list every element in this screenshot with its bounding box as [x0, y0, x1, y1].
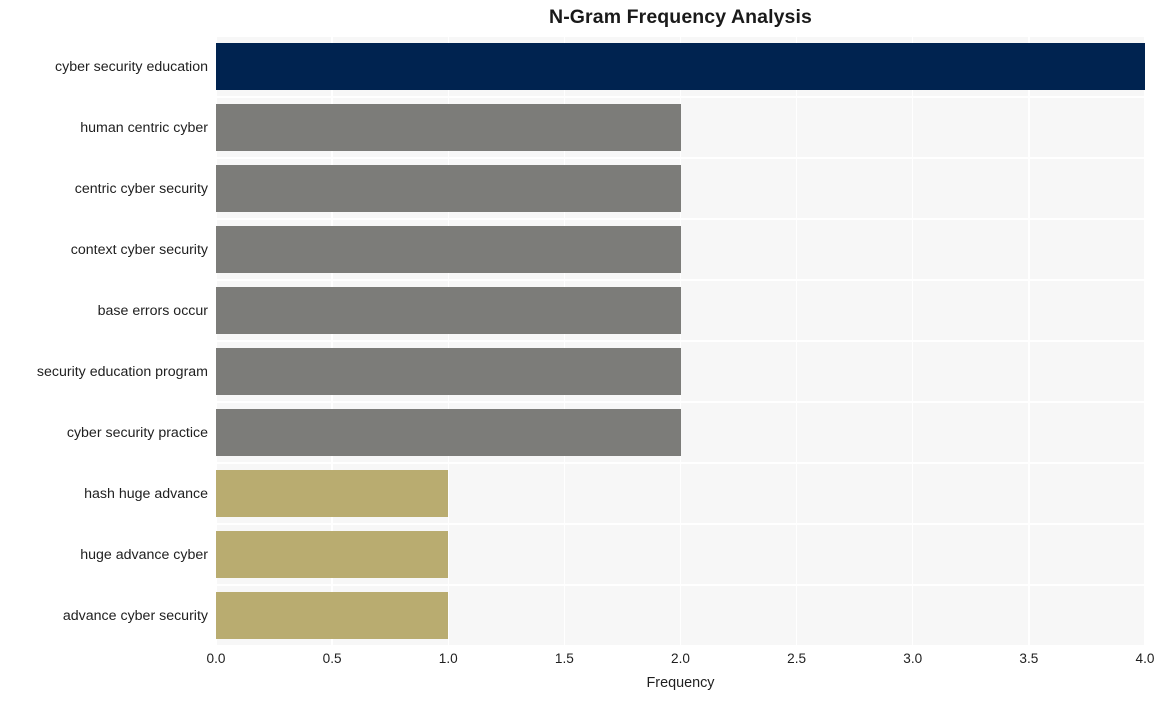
bar — [216, 104, 681, 151]
y-axis-tick-labels: cyber security education human centric cy… — [0, 36, 208, 646]
x-axis-tick-label: 0.5 — [322, 651, 342, 666]
bar — [216, 287, 681, 334]
gridline-vertical — [795, 36, 798, 646]
y-axis-tick-label: base errors occur — [97, 302, 208, 319]
x-axis-tick-label: 2.5 — [787, 651, 807, 666]
y-axis-tick-label: human centric cyber — [80, 119, 208, 136]
x-axis-tick-label: 2.0 — [671, 651, 690, 666]
y-axis-tick-label: security education program — [36, 363, 208, 380]
x-axis-label: Frequency — [646, 675, 715, 691]
gridline-vertical — [1028, 36, 1030, 646]
y-axis-tick-label: centric cyber security — [74, 180, 208, 197]
x-axis-tick-label: 1.0 — [438, 651, 458, 666]
x-axis-tick-label: 3.5 — [1019, 651, 1039, 666]
y-axis-tick-label: context cyber security — [70, 241, 208, 258]
x-axis-tick-label: 4.0 — [1135, 651, 1155, 666]
gridline-vertical — [1144, 36, 1145, 646]
bar — [216, 165, 681, 212]
bar — [216, 531, 449, 578]
y-axis-tick-label: cyber security practice — [66, 424, 208, 441]
y-axis-tick-label: advance cyber security — [62, 607, 208, 624]
gridline-vertical — [912, 36, 914, 646]
bar — [216, 409, 681, 456]
y-axis-tick-label: hash huge advance — [84, 485, 208, 502]
y-axis-tick-label: cyber security education — [55, 58, 208, 75]
bar — [216, 592, 449, 639]
bar — [216, 43, 1145, 90]
bar — [216, 470, 449, 517]
plot-area — [216, 36, 1145, 646]
y-axis-tick-label: huge advance cyber — [80, 546, 208, 563]
bar — [216, 348, 681, 395]
x-axis-tick-label: 1.5 — [554, 651, 574, 666]
x-axis-tick-label: 3.0 — [903, 651, 923, 666]
chart-title: N-Gram Frequency Analysis — [549, 6, 812, 28]
chart-figure: N-Gram Frequency Analysis cyber security… — [0, 0, 1155, 701]
bar — [216, 226, 681, 273]
x-axis-tick-label: 0.0 — [206, 651, 226, 666]
